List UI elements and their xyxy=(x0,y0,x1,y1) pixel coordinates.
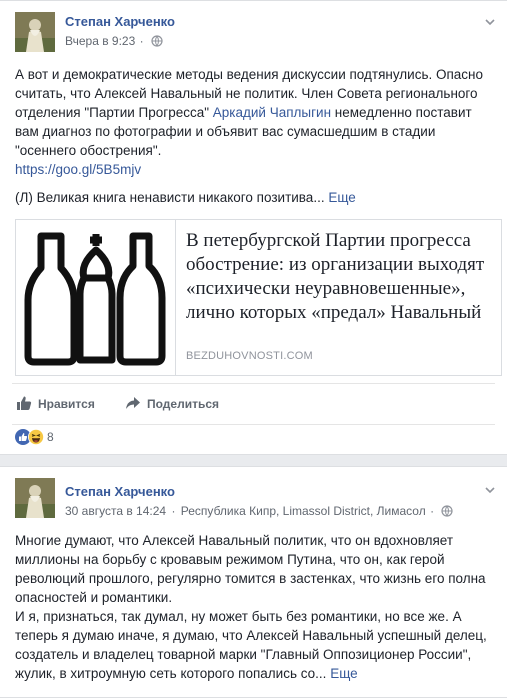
post-url-link[interactable]: https://goo.gl/5B5mjv xyxy=(15,162,141,177)
post-meta: 30 августа в 14:24 · Республика Кипр, Li… xyxy=(65,504,454,518)
haha-reaction-icon xyxy=(28,429,44,445)
like-button[interactable]: Нравится xyxy=(16,384,95,424)
author-name[interactable]: Степан Харченко xyxy=(65,484,175,499)
action-bar: Нравится Поделиться xyxy=(12,383,495,425)
preview-title[interactable]: В петербургской Партии прогресса обостре… xyxy=(186,229,491,325)
post-text: А вот и демократические методы ведения д… xyxy=(15,67,484,158)
post-url-line: https://goo.gl/5B5mjv xyxy=(15,160,499,179)
post-paragraph: И я, признаться, так думал, ну может быт… xyxy=(15,609,487,681)
chevron-down-icon[interactable] xyxy=(483,483,497,497)
post-location[interactable]: Республика Кипр, Limassol District, Лима… xyxy=(181,504,426,518)
author-avatar[interactable] xyxy=(15,12,55,52)
post-card: Степан Харченко Вчера в 9:23 · А вот и д… xyxy=(0,0,507,455)
globe-icon xyxy=(441,505,454,517)
share-arrow-icon xyxy=(126,397,140,409)
reactions-count: 8 xyxy=(47,430,54,444)
post-extra-line: (Л) Великая книга ненависти никакого поз… xyxy=(15,190,356,205)
chevron-down-icon[interactable] xyxy=(483,15,497,29)
reactions-summary[interactable]: 8 xyxy=(15,429,54,447)
share-button[interactable]: Поделиться xyxy=(125,384,219,424)
preview-domain: BEZDUHOVNOSTI.COM xyxy=(186,350,313,362)
post-paragraph: Многие думают, что Алексей Навальный пол… xyxy=(15,533,486,605)
post-text: Многие думают, что Алексей Навальный пол… xyxy=(15,531,499,683)
globe-icon xyxy=(151,35,163,47)
mention-link[interactable]: Аркадий Чаплыгин xyxy=(213,105,331,120)
author-avatar[interactable] xyxy=(15,478,55,518)
post-timestamp[interactable]: 30 августа в 14:24 xyxy=(65,504,166,518)
see-more-link[interactable]: Еще xyxy=(328,190,355,205)
see-more-link[interactable]: Еще xyxy=(330,666,357,681)
post-card: Степан Харченко 30 августа в 14:24 · Рес… xyxy=(0,466,507,698)
post-timestamp[interactable]: Вчера в 9:23 xyxy=(65,34,135,48)
link-preview[interactable]: В петербургской Партии прогресса обостре… xyxy=(15,219,502,376)
author-name[interactable]: Степан Харченко xyxy=(65,14,175,29)
post-meta: Вчера в 9:23 · xyxy=(65,34,163,48)
preview-image xyxy=(16,220,176,375)
thumbs-up-icon xyxy=(17,396,32,410)
